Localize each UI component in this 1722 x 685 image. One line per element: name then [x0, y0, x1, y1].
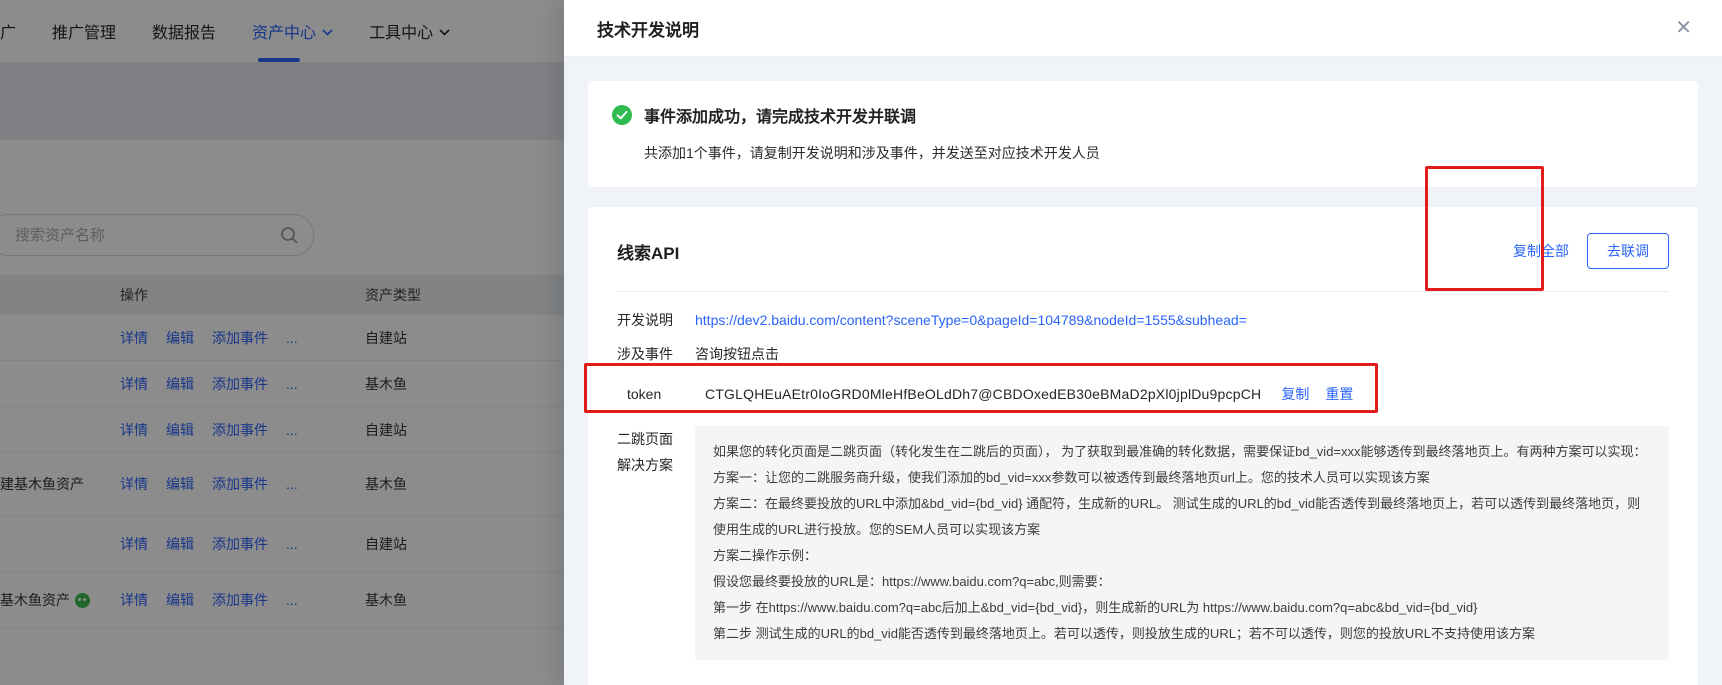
success-title: 事件添加成功，请完成技术开发并联调 [644, 103, 916, 127]
close-icon[interactable]: ✕ [1671, 14, 1696, 42]
dev-doc-label: 开发说明 [617, 310, 681, 330]
dev-doc-link[interactable]: https://dev2.baidu.com/content?sceneType… [695, 310, 1247, 330]
modal-overlay[interactable] [0, 0, 564, 685]
solution-paragraph: 方案一：让您的二跳服务商升级，使我们添加的bd_vid=xxx参数可以被透传到最… [713, 465, 1651, 491]
divider [617, 291, 1669, 292]
solution-text-box: 如果您的转化页面是二跳页面（转化发生在二跳后的页面）， 为了获取到最准确的转化数… [695, 426, 1669, 660]
solution-paragraph: 方案二：在最终要投放的URL中添加&bd_vid={bd_vid} 通配符，生成… [713, 491, 1651, 543]
success-check-icon [612, 105, 632, 125]
tech-dev-drawer: 技术开发说明 ✕ 事件添加成功，请完成技术开发并联调 共添加1个事件，请复制开发… [564, 0, 1722, 685]
token-label: token [627, 384, 691, 404]
solution-paragraph: 第二步 测试生成的URL的bd_vid能否透传到最终落地页上。若可以透传，则投放… [713, 621, 1651, 647]
solution-paragraph: 方案二操作示例： [713, 543, 1651, 569]
success-card: 事件添加成功，请完成技术开发并联调 共添加1个事件，请复制开发说明和涉及事件，并… [588, 81, 1698, 187]
events-row: 涉及事件 咨询按钮点击 [617, 344, 1669, 364]
dev-doc-row: 开发说明 https://dev2.baidu.com/content?scen… [617, 310, 1669, 330]
events-value: 咨询按钮点击 [695, 344, 779, 364]
copy-all-link[interactable]: 复制全部 [1513, 241, 1569, 261]
solution-paragraph: 第一步 在https://www.baidu.com?q=abc后加上&bd_v… [713, 595, 1651, 621]
drawer-title: 技术开发说明 [597, 16, 699, 41]
drawer-body: 事件添加成功，请完成技术开发并联调 共添加1个事件，请复制开发说明和涉及事件，并… [564, 57, 1722, 685]
solution-paragraph: 如果您的转化页面是二跳页面（转化发生在二跳后的页面）， 为了获取到最准确的转化数… [713, 439, 1651, 465]
drawer-header: 技术开发说明 ✕ [564, 0, 1722, 57]
token-copy-link[interactable]: 复制 [1281, 384, 1309, 404]
solution-paragraph: 假设您最终要投放的URL是：https://www.baidu.com?q=ab… [713, 569, 1651, 595]
second-jump-solution-row: 二跳页面 解决方案 如果您的转化页面是二跳页面（转化发生在二跳后的页面）， 为了… [617, 426, 1669, 660]
solution-label: 二跳页面 解决方案 [617, 426, 681, 478]
lead-api-card: 线索API 复制全部 去联调 开发说明 https://dev2.baidu.c… [588, 207, 1698, 685]
token-row: token CTGLQHEuAEtr0IoGRD0MleHfBeOLdDh7@C… [617, 384, 1669, 404]
go-debug-button[interactable]: 去联调 [1587, 233, 1669, 269]
screen: 推广 推广管理 数据报告 资产中心 工具中心 操作 [0, 0, 1722, 685]
api-card-title: 线索API [617, 239, 1513, 264]
token-reset-link[interactable]: 重置 [1325, 384, 1353, 404]
success-subtitle: 共添加1个事件，请复制开发说明和涉及事件，并发送至对应技术开发人员 [644, 143, 1674, 163]
events-label: 涉及事件 [617, 344, 681, 364]
token-value: CTGLQHEuAEtr0IoGRD0MleHfBeOLdDh7@CBDOxed… [705, 384, 1261, 404]
